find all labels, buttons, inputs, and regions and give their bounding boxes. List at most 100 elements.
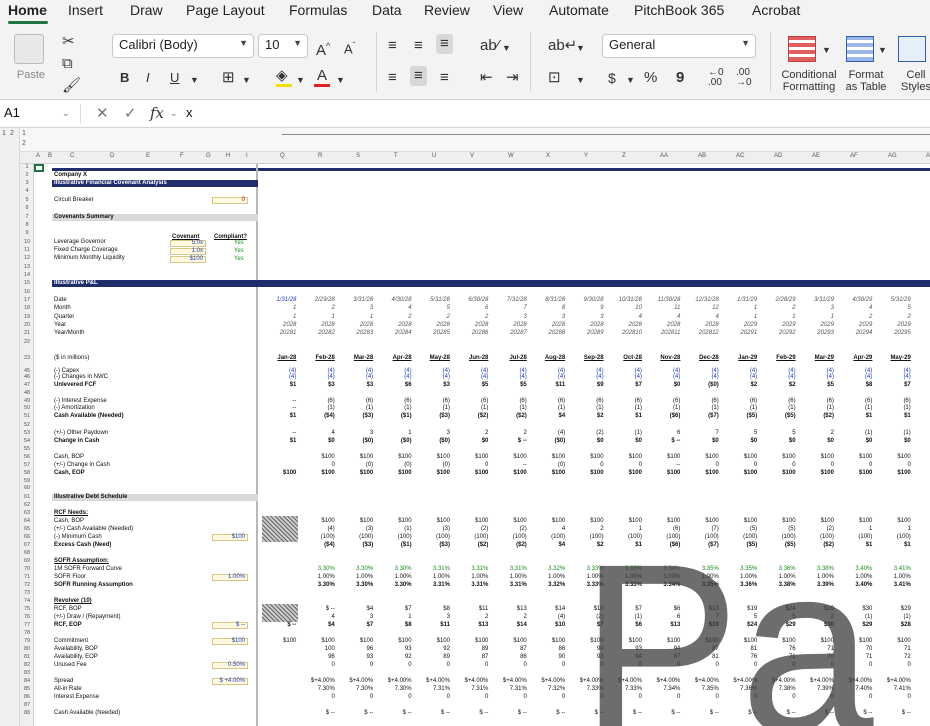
data-cell[interactable]: 7.31%: [492, 686, 527, 693]
data-cell[interactable]: (3): [339, 526, 373, 533]
data-cell[interactable]: $100: [876, 470, 910, 477]
data-cell[interactable]: $100: [454, 638, 488, 645]
data-cell[interactable]: (1): [723, 405, 757, 412]
data-cell[interactable]: 0: [838, 462, 872, 469]
row-header-77[interactable]: 77: [20, 622, 34, 628]
data-cell[interactable]: (1): [876, 430, 910, 437]
underline-button[interactable]: U: [170, 70, 179, 86]
conditional-formatting-icon[interactable]: [788, 36, 816, 62]
row-header-79[interactable]: 79: [20, 638, 34, 644]
data-cell[interactable]: $100: [339, 454, 373, 461]
row-header-88[interactable]: 88: [20, 710, 34, 716]
data-cell[interactable]: (4): [492, 374, 526, 381]
row-header-4[interactable]: 4: [20, 188, 34, 194]
formula-content[interactable]: x: [186, 105, 193, 120]
month-cell[interactable]: 10: [608, 305, 642, 312]
data-cell[interactable]: $1: [838, 413, 873, 420]
decrease-indent-icon[interactable]: ⇤: [480, 70, 493, 86]
data-cell[interactable]: 3: [416, 614, 450, 621]
chevron-down-icon[interactable]: ▼: [576, 72, 585, 88]
data-cell[interactable]: $ --: [339, 710, 373, 717]
data-cell[interactable]: $+4.00%: [531, 678, 565, 685]
quarter-cell[interactable]: 1: [300, 314, 334, 321]
data-cell[interactable]: 1: [876, 526, 910, 533]
data-cell[interactable]: $3: [416, 382, 450, 389]
data-cell[interactable]: ($0): [339, 438, 374, 445]
data-cell[interactable]: $ --: [300, 606, 335, 613]
data-cell[interactable]: 90: [531, 654, 566, 661]
data-cell[interactable]: (1): [377, 526, 411, 533]
align-middle-icon[interactable]: ≡: [414, 38, 423, 54]
column-header-d[interactable]: D: [110, 153, 114, 159]
yearmonth-cell[interactable]: 20287: [492, 330, 527, 337]
row-header-59[interactable]: 59: [20, 478, 34, 484]
data-cell[interactable]: $4: [300, 622, 335, 629]
align-right-icon[interactable]: ≡: [440, 70, 449, 86]
data-cell[interactable]: ($4): [300, 413, 335, 420]
data-cell[interactable]: $6: [377, 382, 412, 389]
data-cell[interactable]: $1: [876, 542, 911, 549]
data-cell[interactable]: (4): [761, 374, 795, 381]
row-header-68[interactable]: 68: [20, 550, 34, 556]
data-cell[interactable]: (0): [416, 462, 450, 469]
cell-styles-icon[interactable]: [898, 36, 926, 62]
data-cell[interactable]: 3.31%: [492, 582, 527, 589]
yearmonth-cell[interactable]: 20285: [416, 330, 450, 337]
data-cell[interactable]: $4: [339, 606, 374, 613]
row-header-15[interactable]: 15: [20, 280, 34, 286]
data-cell[interactable]: $11: [416, 622, 450, 629]
data-cell[interactable]: $100: [876, 454, 910, 461]
data-cell[interactable]: 5: [761, 430, 795, 437]
data-cell[interactable]: 0: [339, 662, 373, 669]
data-cell[interactable]: $100: [531, 518, 565, 525]
column-header-x[interactable]: X: [546, 153, 550, 159]
percent-button[interactable]: %: [644, 70, 657, 86]
data-cell[interactable]: (4): [377, 374, 411, 381]
data-cell[interactable]: 7.41%: [876, 686, 911, 693]
data-cell[interactable]: ($0): [377, 438, 412, 445]
data-cell[interactable]: 0: [377, 694, 411, 701]
data-cell[interactable]: $14: [531, 606, 565, 613]
column-header-f[interactable]: F: [180, 153, 184, 159]
data-cell[interactable]: (4): [531, 430, 565, 437]
align-center-icon[interactable]: ≡: [410, 66, 427, 86]
data-cell[interactable]: $7: [876, 382, 911, 389]
data-cell[interactable]: $ --: [646, 438, 680, 445]
align-top-icon[interactable]: ≡: [388, 38, 397, 54]
data-cell[interactable]: $100: [531, 470, 565, 477]
data-cell[interactable]: $100: [684, 470, 718, 477]
data-cell[interactable]: 3.30%: [377, 566, 412, 573]
data-cell[interactable]: (1): [339, 405, 373, 412]
data-cell[interactable]: $100: [761, 454, 795, 461]
date-cell[interactable]: 3/31/29: [800, 297, 834, 304]
quarter-cell[interactable]: 3: [569, 314, 603, 321]
column-header-ae[interactable]: AE: [812, 153, 820, 159]
chevron-down-icon[interactable]: ▼: [626, 72, 635, 88]
data-cell[interactable]: 3.30%: [377, 582, 412, 589]
month-cell[interactable]: 3: [339, 305, 373, 312]
data-cell[interactable]: $100: [876, 638, 910, 645]
data-cell[interactable]: $0: [838, 438, 873, 445]
data-cell[interactable]: ($2): [454, 542, 489, 549]
data-cell[interactable]: ($6): [646, 413, 681, 420]
data-cell[interactable]: $100: [300, 454, 334, 461]
col-outline-level-1[interactable]: 1: [22, 130, 26, 137]
currency-button[interactable]: $: [608, 70, 616, 86]
data-cell[interactable]: $+4.00%: [492, 678, 527, 685]
data-cell[interactable]: $13: [492, 606, 527, 613]
data-cell[interactable]: (100): [876, 534, 911, 541]
data-cell[interactable]: ($5): [761, 413, 796, 420]
data-cell[interactable]: $4: [531, 413, 566, 420]
data-cell[interactable]: ($2): [492, 542, 527, 549]
data-cell[interactable]: 2: [454, 430, 488, 437]
data-cell[interactable]: $100: [416, 518, 450, 525]
column-header-b[interactable]: B: [48, 153, 52, 159]
data-cell[interactable]: 2: [492, 614, 526, 621]
data-cell[interactable]: (0): [377, 462, 411, 469]
data-cell[interactable]: 93: [377, 646, 412, 653]
row-header-80[interactable]: 80: [20, 646, 34, 652]
data-cell[interactable]: (6): [723, 398, 757, 405]
data-cell[interactable]: (6): [646, 398, 680, 405]
data-cell[interactable]: $100: [569, 454, 603, 461]
row-header-61[interactable]: 61: [20, 494, 34, 500]
